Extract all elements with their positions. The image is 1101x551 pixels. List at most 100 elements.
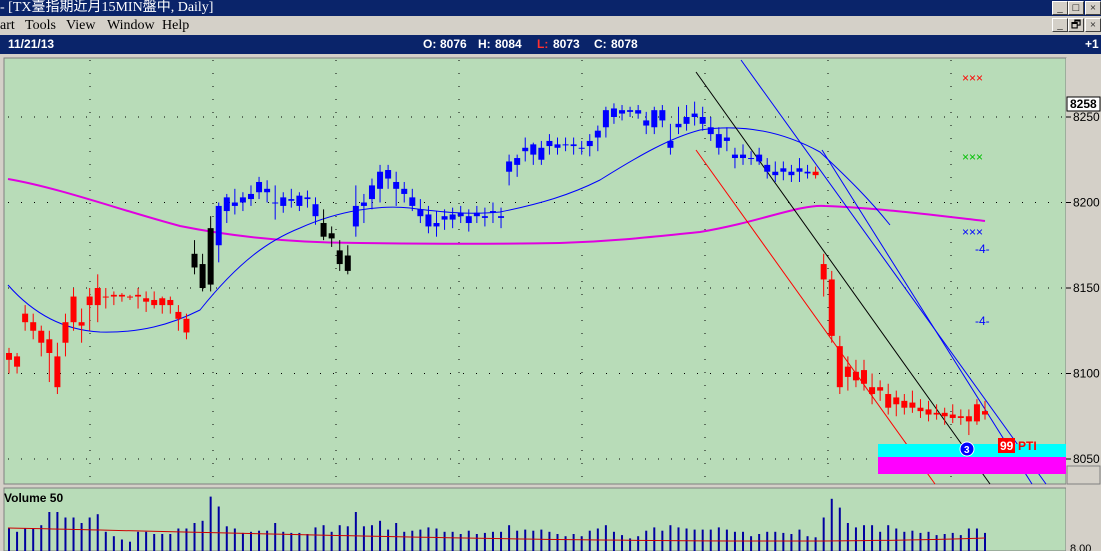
candle-body	[619, 110, 626, 114]
candle-body	[118, 294, 125, 297]
candle-body	[344, 255, 351, 271]
minimize-button[interactable]: _	[1052, 1, 1068, 15]
candle-body	[417, 209, 424, 217]
candle-body	[586, 140, 593, 147]
candle-body	[675, 123, 682, 128]
low-label: L:	[537, 37, 549, 51]
candle-body	[457, 212, 464, 217]
candle-body	[143, 298, 150, 302]
candle-body	[328, 233, 335, 239]
menu-view[interactable]: View	[66, 16, 95, 35]
menu-bar: art Tools View Window Help _ 🗗 ×	[0, 16, 1101, 35]
menu-help[interactable]: Help	[162, 16, 189, 35]
high-label: H:	[478, 37, 491, 51]
scroll-widget[interactable]	[1066, 465, 1101, 485]
candle-body	[312, 204, 319, 217]
candle-body	[465, 216, 472, 224]
candle-body	[643, 120, 650, 126]
volume-title: Volume 50	[4, 491, 63, 505]
candle-body	[336, 250, 343, 265]
candle-body	[377, 171, 384, 189]
candle-body	[691, 113, 698, 117]
candle-body	[804, 171, 811, 174]
candle-body	[215, 205, 222, 246]
candle-body	[191, 253, 198, 268]
pti-label: PTI	[1018, 439, 1037, 453]
candle-body	[22, 313, 29, 323]
candle-body	[223, 197, 230, 212]
candle-body	[699, 117, 706, 124]
circle-marker-label: 3	[964, 445, 970, 456]
candle-body	[433, 223, 440, 227]
candle-body	[320, 223, 327, 237]
candle-body	[94, 288, 101, 306]
candle-body	[247, 193, 254, 200]
candle-body	[715, 134, 722, 148]
open-label: O:	[423, 37, 437, 51]
quote-info-bar: 11/21/13 O: 8076 H: 8084 L: 8073 C: 8078…	[0, 35, 1101, 54]
menu-tools[interactable]: Tools	[25, 16, 56, 35]
mdi-minimize-button[interactable]: _	[1052, 18, 1068, 32]
close-button[interactable]: ×	[1085, 1, 1101, 15]
close-value: 8078	[611, 37, 638, 51]
candle-body	[772, 171, 779, 176]
candle-body	[877, 387, 884, 391]
candle-body	[925, 409, 932, 415]
candle-body	[651, 110, 658, 128]
candle-body	[885, 394, 892, 408]
candle-body	[659, 110, 666, 121]
price-panel	[3, 57, 1067, 485]
candle-body	[401, 188, 408, 194]
candle-body	[522, 147, 529, 152]
candle-body	[707, 127, 714, 135]
candle-body	[723, 137, 730, 141]
candle-body	[610, 108, 617, 117]
candle-body	[54, 356, 61, 388]
x-marker-red: ×××	[962, 71, 983, 85]
candle-body	[667, 140, 674, 148]
x-marker-blue: ×××	[962, 225, 983, 239]
mdi-close-button[interactable]: ×	[1085, 18, 1101, 32]
candle-body	[627, 110, 634, 112]
candle-body	[441, 216, 448, 220]
candle-body	[538, 147, 545, 160]
candle-body	[280, 197, 287, 206]
candle-body	[264, 188, 271, 193]
candle-body	[30, 322, 37, 331]
candle-body	[239, 197, 246, 203]
chart-canvas[interactable]: ××× ××× ××× -4- -4- 3 99 PTI 8250 8200 815…	[0, 54, 1101, 551]
x-marker-green: ×××	[962, 150, 983, 164]
candle-body	[368, 185, 375, 200]
candle-body	[844, 366, 851, 377]
candle-body	[352, 205, 359, 227]
candle-body	[957, 416, 964, 418]
candle-body	[941, 412, 948, 417]
candle-body	[151, 299, 158, 306]
candle-body	[296, 195, 303, 206]
open-value: 8076	[440, 37, 467, 51]
candle-body	[425, 214, 432, 227]
candle-body	[530, 144, 537, 155]
candle-body	[828, 279, 835, 336]
y-tick-label: 8100	[1073, 367, 1100, 381]
y-tick-label: 8250	[1073, 110, 1100, 124]
candle-body	[231, 202, 238, 206]
candle-body	[861, 370, 868, 384]
current-price: 8258	[1070, 97, 1097, 111]
magenta-band	[878, 457, 1066, 474]
candle-body	[901, 400, 908, 408]
badge-99: 99	[1000, 439, 1014, 453]
candle-body	[498, 216, 505, 218]
candle-body	[909, 402, 916, 408]
candle-body	[159, 298, 166, 306]
menu-chart[interactable]: art	[0, 16, 15, 35]
candle-body	[38, 330, 45, 343]
candle-body	[756, 154, 763, 162]
menu-window[interactable]: Window	[107, 16, 155, 35]
maximize-button[interactable]: □	[1068, 1, 1084, 15]
candle-body	[917, 407, 924, 412]
candle-body	[86, 296, 93, 306]
candle-body	[110, 294, 117, 297]
mdi-restore-button[interactable]: 🗗	[1068, 18, 1084, 32]
candle-body	[256, 181, 263, 193]
